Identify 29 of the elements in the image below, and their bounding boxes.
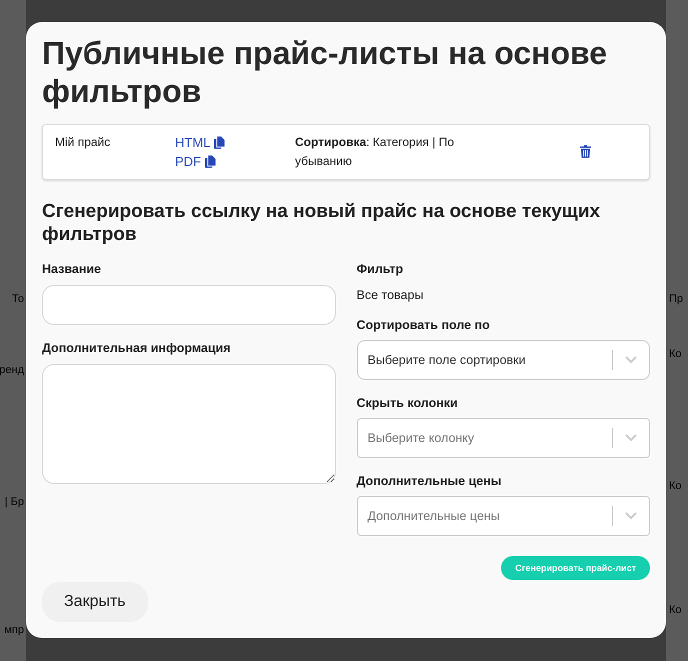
info-textarea[interactable] (42, 364, 336, 484)
field-label: Дополнительные цены (356, 474, 502, 488)
field-label: Дополнительная информация (42, 341, 232, 355)
sort-description: Сортировка: Категория | По убыванию (295, 134, 455, 170)
table-text: | Бр (4, 496, 24, 508)
delete-icon[interactable] (580, 145, 591, 158)
copy-icon[interactable] (205, 155, 216, 168)
copy-icon[interactable] (214, 136, 226, 149)
field-label: Название (42, 262, 102, 276)
table-text: Ко (669, 480, 682, 492)
modal-title: Публичные прайс-листы на основе фильтров (42, 34, 608, 110)
price-list-name: Мій прайс (55, 135, 112, 149)
table-text: То (12, 293, 24, 305)
close-button[interactable]: Закрыть (42, 582, 148, 622)
field-label: Скрыть колонки (356, 396, 459, 410)
section-heading: Сгенерировать ссылку на новый прайс на основе текущих фильтров (42, 200, 602, 246)
field-label: Фильтр (356, 262, 404, 276)
field-label: Сортировать поле по (356, 318, 491, 332)
table-text: мпр (4, 624, 24, 636)
select-field[interactable]: Выберите поле сортировки (356, 340, 650, 380)
table-text: Ко (669, 348, 682, 360)
table-text: Ко (669, 604, 682, 616)
filter-value: Все товары (356, 288, 424, 302)
format-link[interactable]: HTML (175, 135, 226, 150)
table-text: ренд (0, 364, 24, 376)
table-text: Пр (669, 293, 684, 305)
name-input[interactable] (42, 285, 336, 325)
format-link[interactable]: PDF (175, 154, 216, 169)
chevron-down-icon[interactable] (625, 356, 637, 364)
